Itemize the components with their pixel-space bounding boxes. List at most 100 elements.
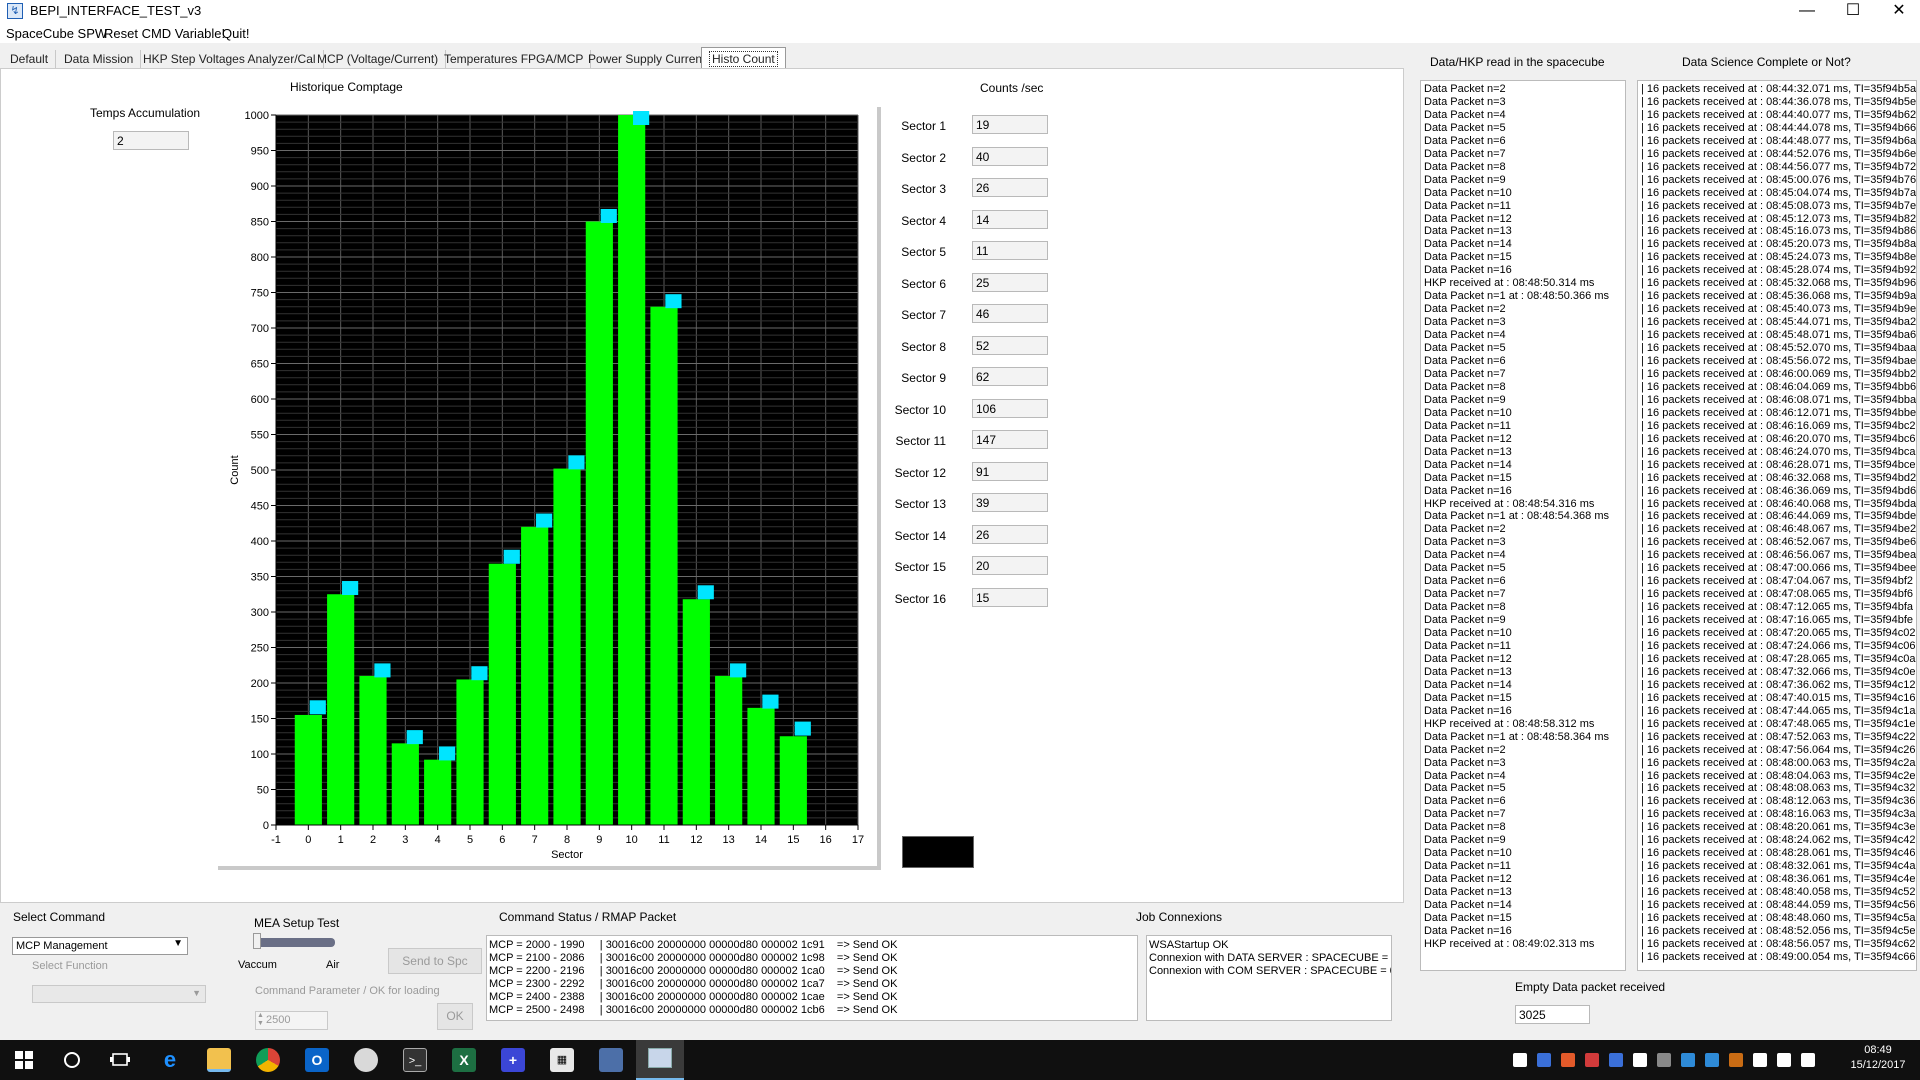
tab-mcp-voltage-current[interactable]: MCP (Voltage/Current) — [310, 50, 447, 68]
sector-count-field[interactable]: 106 — [972, 398, 1048, 418]
hkp-log-line: Data Packet n=5 — [1424, 562, 1506, 575]
bar — [618, 115, 646, 825]
volume-tray-icon[interactable] — [1801, 1053, 1815, 1067]
tray-icon-3[interactable] — [1585, 1053, 1599, 1067]
menu-quit[interactable]: Quit! — [222, 26, 249, 41]
sector-label: Sector 7 — [901, 308, 946, 322]
plus-app-icon[interactable]: + — [501, 1048, 525, 1072]
windows-start-icon[interactable] — [12, 1048, 36, 1072]
app-icon[interactable] — [354, 1048, 378, 1072]
tab-histo-count[interactable]: Histo Count — [701, 47, 786, 68]
science-log-line: | 16 packets received at : 08:47:20.065 … — [1641, 627, 1916, 640]
edge-icon[interactable]: e — [158, 1048, 182, 1072]
maximize-button[interactable]: ☐ — [1830, 0, 1876, 24]
active-app-tab[interactable] — [636, 1040, 684, 1080]
sector-count-field[interactable]: 39 — [972, 493, 1048, 512]
ok-button[interactable]: OK — [437, 1003, 473, 1030]
accumulation-input[interactable]: 2 — [113, 131, 189, 150]
bar — [294, 714, 322, 825]
y-tick-label: 50 — [257, 785, 269, 797]
sector-count-field[interactable]: 19 — [972, 115, 1048, 134]
job-connexions-log[interactable]: WSAStartup OK Connexion with DATA SERVER … — [1146, 935, 1392, 1021]
tray-icon-5[interactable] — [1633, 1053, 1647, 1067]
menu-spacecube-spw[interactable]: SpaceCube SPW — [6, 26, 107, 41]
command-status-line: MCP = 2100 - 2086 | 30016c00 20000000 00… — [489, 952, 898, 964]
sector-count-field[interactable]: 26 — [972, 178, 1048, 197]
hkp-log-line: Data Packet n=4 — [1424, 769, 1506, 782]
sector-count-field[interactable]: 46 — [972, 304, 1048, 323]
sector-count-field[interactable]: 91 — [972, 461, 1048, 481]
sector-count-field[interactable]: 62 — [972, 367, 1048, 386]
shield-tray-icon[interactable] — [1513, 1053, 1527, 1067]
hkp-log-line: Data Packet n=11 — [1424, 199, 1511, 212]
calculator-icon[interactable]: ▦ — [550, 1048, 574, 1072]
science-log-line: | 16 packets received at : 08:46:36.069 … — [1641, 484, 1917, 497]
network-app-icon[interactable] — [599, 1048, 623, 1072]
y-tick-label: 500 — [251, 465, 269, 477]
task-view-icon[interactable] — [108, 1048, 132, 1072]
sector-count-field[interactable]: 20 — [972, 556, 1048, 575]
tab-default[interactable]: Default — [3, 50, 57, 68]
sector-count-field[interactable]: 11 — [972, 241, 1048, 260]
job-connexion-line: WSAStartup OK — [1149, 939, 1229, 951]
select-command-dropdown[interactable]: MCP Management ▼ — [12, 937, 188, 955]
battery-tray-icon[interactable] — [1753, 1053, 1767, 1067]
science-log-line: | 16 packets received at : 08:46:44.069 … — [1641, 510, 1917, 523]
select-function-dropdown[interactable]: ▼ — [32, 985, 206, 1003]
sector-count-field[interactable]: 26 — [972, 524, 1048, 544]
file-explorer-icon[interactable] — [207, 1048, 231, 1072]
sector-count-field[interactable]: 25 — [972, 272, 1048, 292]
sector-count-field[interactable]: 52 — [972, 335, 1048, 355]
outlook-icon[interactable]: O — [305, 1048, 329, 1072]
science-log-line: | 16 packets received at : 08:44:52.076 … — [1641, 147, 1917, 160]
command-status-line: MCP = 2400 - 2388 | 30016c00 20000000 00… — [489, 991, 898, 1003]
science-log-line: | 16 packets received at : 08:47:48.065 … — [1641, 717, 1916, 730]
peak-marker — [309, 700, 326, 715]
tray-icon-4[interactable] — [1609, 1053, 1623, 1067]
mea-slider-track[interactable] — [254, 938, 335, 947]
sector-count-field[interactable]: 14 — [972, 209, 1048, 229]
search-circle-icon[interactable] — [60, 1048, 84, 1072]
minimize-button[interactable]: — — [1784, 0, 1830, 24]
tray-icon-7[interactable] — [1705, 1053, 1719, 1067]
select-function-label: Select Function — [32, 960, 108, 972]
send-to-spc-button[interactable]: Send to Spc — [388, 948, 482, 974]
command-parameter-input[interactable]: 2500 ▲ ▼ — [255, 1011, 328, 1030]
command-status-line: MCP = 2300 - 2292 | 30016c00 20000000 00… — [489, 978, 898, 990]
network-tray-icon[interactable] — [1777, 1053, 1791, 1067]
tray-icon-8[interactable] — [1729, 1053, 1743, 1067]
tray-icon-1[interactable] — [1537, 1053, 1551, 1067]
menu-reset-cmd-variable[interactable]: Reset CMD Variable! — [104, 26, 225, 41]
sector-count-field[interactable]: 147 — [972, 430, 1048, 449]
tab-power-supply-current[interactable]: Power Supply Current — [581, 50, 714, 68]
tray-icon-6[interactable] — [1681, 1053, 1695, 1067]
job-connexions-label: Job Connexions — [1136, 910, 1223, 924]
science-log-line: | 16 packets received at : 08:47:44.065 … — [1641, 704, 1916, 717]
hkp-log-line: Data Packet n=2 — [1424, 83, 1506, 95]
sector-count-field[interactable]: 40 — [972, 146, 1048, 166]
excel-icon[interactable]: X — [452, 1048, 476, 1072]
sector-label: Sector 16 — [894, 591, 946, 606]
command-status-log[interactable]: MCP = 2000 - 1990 | 30016c00 20000000 00… — [486, 935, 1138, 1021]
science-log-line: | 16 packets received at : 08:45:16.073 … — [1641, 225, 1917, 238]
tab-hkp-step-voltages[interactable]: HKP Step Voltages Analyzer/Cal — [136, 50, 324, 68]
hkp-log[interactable]: Data Packet n=2 Data Packet n=3 Data Packe… — [1420, 80, 1626, 971]
cloud-tray-icon[interactable] — [1657, 1053, 1671, 1067]
science-log-line: | 16 packets received at : 08:46:20.070 … — [1641, 432, 1916, 445]
clock[interactable]: 08:49 15/12/2017 — [1846, 1044, 1910, 1071]
hkp-log-line: Data Packet n=9 — [1424, 173, 1506, 186]
mea-slider-handle[interactable] — [253, 933, 261, 949]
close-button[interactable]: ✕ — [1876, 0, 1920, 24]
spinner-arrows-icon[interactable]: ▲ ▼ — [257, 1012, 264, 1028]
command-status-line: MCP = 2200 - 2196 | 30016c00 20000000 00… — [489, 965, 898, 977]
tab-data-mission[interactable]: Data Mission — [57, 50, 142, 68]
status-indicator — [902, 836, 974, 868]
tray-icon-2[interactable] — [1561, 1053, 1575, 1067]
terminal-icon[interactable]: >_ — [403, 1048, 427, 1072]
sector-count-field[interactable]: 15 — [972, 587, 1048, 607]
bar — [521, 526, 549, 825]
chevron-down-icon: ▼ — [173, 938, 183, 949]
science-log[interactable]: | 16 packets received at : 08:44:32.071 … — [1637, 80, 1917, 971]
chrome-icon[interactable] — [256, 1048, 280, 1072]
tab-temperatures[interactable]: Temperatures FPGA/MCP — [437, 50, 592, 68]
